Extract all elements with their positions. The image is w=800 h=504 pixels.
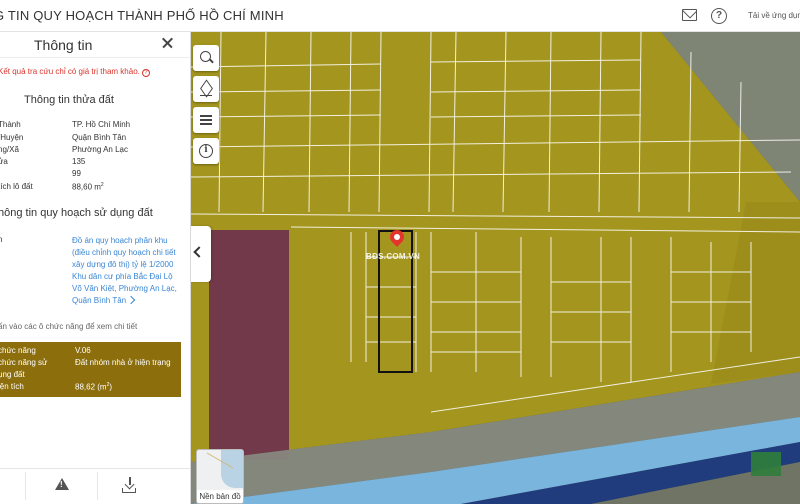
chevron-left-icon <box>193 246 205 258</box>
parcel-label: Thành <box>0 120 21 129</box>
parcel-value: 99 <box>72 169 81 178</box>
legend-list-icon[interactable] <box>193 107 219 133</box>
parcel-label: tích lô đất <box>0 182 33 191</box>
help-icon[interactable]: ? <box>711 8 727 24</box>
zone-value: V.06 <box>75 346 91 355</box>
parcel-label: ng/Xã <box>0 145 19 154</box>
zone-label: ụng đất <box>0 370 25 379</box>
disclaimer: Kết quả tra cứu chỉ có giá trị tham khảo… <box>0 67 150 77</box>
question-icon: ? <box>141 69 150 77</box>
parcel-value: TP. Hồ Chí Minh <box>72 120 131 129</box>
download-app-link[interactable]: Tải về ứng dụng <box>748 11 800 20</box>
parcel-value: 135 <box>72 157 86 166</box>
parcel-label: /Huyện <box>0 133 24 142</box>
parcel-area-value: 88,60 m2 <box>72 182 104 192</box>
planning-map[interactable] <box>191 32 800 504</box>
zone-label: chức năng sử <box>0 358 48 367</box>
zone-label: iện tích <box>0 382 24 391</box>
warning-icon[interactable] <box>55 478 69 490</box>
app-title: G TIN QUY HOẠCH THÀNH PHỐ HỒ CHÍ MINH <box>0 8 284 23</box>
hint-text: ấn vào các ô chức năng để xem chi tiết <box>0 322 138 331</box>
zone-card[interactable]: chức năng V.06 chức năng sử Đất nhóm nhà… <box>0 342 181 397</box>
map-toolbar: i <box>193 45 219 169</box>
top-bar: G TIN QUY HOẠCH THÀNH PHỐ HỒ CHÍ MINH ? … <box>0 0 800 32</box>
mail-icon[interactable] <box>682 9 697 21</box>
parcel-label: ửa <box>0 157 8 166</box>
info-panel: Thông tin Kết quả tra cứu chỉ có giá trị… <box>0 32 191 504</box>
zone-value: Đất nhóm nhà ở hiện trạng <box>75 358 171 367</box>
search-icon[interactable] <box>193 45 219 71</box>
planning-label: n <box>0 235 3 244</box>
parcel-value: Quận Bình Tân <box>72 133 127 142</box>
planning-section-title: hông tin quy hoạch sử dụng đất <box>0 207 153 219</box>
panel-title: Thông tin <box>34 37 93 53</box>
basemap-switcher[interactable]: Nền bản đồ <box>196 449 244 504</box>
basemap-label: Nền bản đồ <box>197 490 243 503</box>
basemap-preview <box>221 450 243 488</box>
collapse-panel-button[interactable] <box>191 226 211 282</box>
parcel-value: Phường An Lạc <box>72 145 128 154</box>
planning-project-link[interactable]: Đồ án quy hoạch phân khu (điều chỉnh quy… <box>72 235 180 307</box>
layers-icon[interactable] <box>193 76 219 102</box>
close-icon[interactable] <box>160 34 176 52</box>
watermark: BĐS.COM.VN <box>366 252 421 261</box>
info-icon[interactable]: i <box>193 138 219 164</box>
map-canvas[interactable] <box>191 32 800 504</box>
arrow-right-icon <box>126 295 136 305</box>
parcel-section-title: Thông tin thửa đất <box>24 94 114 106</box>
zone-label: chức năng <box>0 346 36 355</box>
zone-area-value: 88,62 (m2) <box>75 382 113 392</box>
